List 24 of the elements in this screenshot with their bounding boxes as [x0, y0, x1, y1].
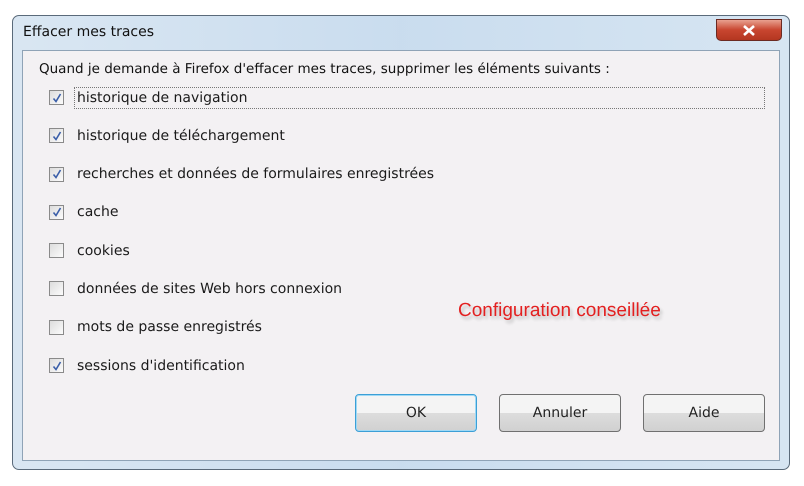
checkbox-label[interactable]: recherches et données de formulaires enregistrées: [74, 163, 438, 186]
checkbox-label[interactable]: cache: [74, 201, 122, 224]
checkbox-label[interactable]: cookies: [74, 240, 133, 262]
checkbox[interactable]: [49, 243, 64, 258]
dialog-button[interactable]: Aide: [643, 394, 765, 432]
checkbox-label[interactable]: historique de téléchargement: [74, 124, 288, 147]
checkbox[interactable]: [49, 320, 64, 335]
checkbox[interactable]: [49, 166, 64, 182]
close-icon: [743, 24, 755, 36]
checkbox-label[interactable]: historique de navigation: [74, 86, 765, 108]
checkbox[interactable]: [49, 281, 64, 296]
checkbox[interactable]: [49, 358, 64, 374]
annotation-text: Configuration conseillée: [458, 300, 661, 322]
instruction-text: Quand je demande à Firefox d'effacer mes traces, supprimer les éléments suivants :: [39, 61, 611, 77]
checkbox[interactable]: [49, 128, 64, 144]
dialog-button[interactable]: OK: [355, 394, 477, 432]
checkbox[interactable]: [49, 204, 64, 220]
dialog-button[interactable]: Annuler: [499, 394, 621, 432]
checkbox-label[interactable]: mots de passe enregistrés: [74, 316, 265, 338]
checkbox[interactable]: [49, 90, 64, 105]
checkbox-label[interactable]: données de sites Web hors connexion: [74, 278, 346, 300]
close-button[interactable]: [716, 19, 782, 41]
checkbox-label[interactable]: sessions d'identification: [74, 354, 248, 377]
window-title: Effacer mes traces: [23, 24, 154, 40]
